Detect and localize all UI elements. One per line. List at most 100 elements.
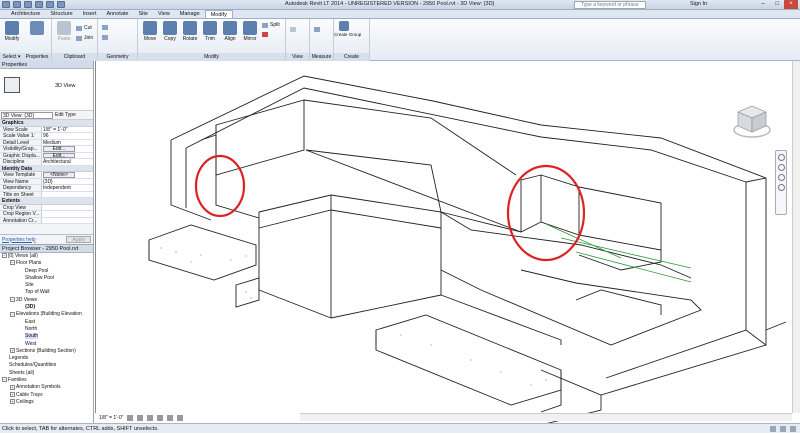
geometry-tool-2[interactable] bbox=[102, 35, 108, 40]
browser-tree-item[interactable]: + Ceilings bbox=[0, 399, 93, 406]
collapse-icon[interactable]: − bbox=[10, 296, 15, 302]
sign-in-link[interactable]: Sign In bbox=[690, 1, 707, 7]
browser-tree-item[interactable]: + Sections (Building Section) bbox=[0, 348, 93, 355]
sun-path-icon[interactable] bbox=[147, 415, 154, 421]
visual-style-icon[interactable] bbox=[137, 415, 144, 421]
lock-icon[interactable] bbox=[177, 415, 184, 421]
browser-tree-item[interactable]: North bbox=[0, 326, 93, 333]
property-value[interactable]: Medium bbox=[41, 139, 93, 145]
browser-tree-item[interactable]: {3D} bbox=[0, 304, 93, 311]
design-options-icon[interactable] bbox=[780, 426, 786, 432]
save-icon[interactable] bbox=[24, 1, 32, 8]
copy-button[interactable]: Copy bbox=[160, 21, 180, 42]
shadows-icon[interactable] bbox=[157, 415, 164, 421]
select-dropdown[interactable]: Select ▾ bbox=[3, 53, 21, 61]
trim-button[interactable]: Trim bbox=[200, 21, 220, 42]
expand-icon[interactable]: + bbox=[10, 384, 15, 390]
align-button[interactable]: Align bbox=[220, 21, 240, 42]
search-input[interactable]: Type a keyword or phrase bbox=[574, 1, 646, 9]
steering-wheel-icon[interactable] bbox=[777, 154, 785, 161]
maximize-icon[interactable]: □ bbox=[770, 0, 784, 9]
properties-help-link[interactable]: Properties help bbox=[2, 237, 36, 243]
property-value[interactable]: 96 bbox=[41, 133, 93, 139]
browser-tree-item[interactable]: South bbox=[0, 333, 93, 340]
browser-tree-item[interactable]: East bbox=[0, 319, 93, 326]
collapse-icon[interactable]: − bbox=[2, 377, 7, 383]
property-edit-button[interactable]: Edit... bbox=[43, 146, 75, 152]
filter-icon[interactable] bbox=[790, 426, 796, 432]
properties-button[interactable] bbox=[27, 21, 47, 36]
tab-manage[interactable]: Manage bbox=[175, 10, 205, 18]
property-value[interactable] bbox=[41, 191, 93, 197]
property-value[interactable]: <None> bbox=[41, 172, 93, 178]
view-scale[interactable]: 1/8" = 1'-0" bbox=[99, 415, 123, 421]
property-value[interactable]: Edit... bbox=[41, 152, 93, 158]
property-value[interactable]: Independent bbox=[41, 185, 93, 191]
open-icon[interactable] bbox=[13, 1, 21, 8]
tab-insert[interactable]: Insert bbox=[78, 10, 102, 18]
mirror-button[interactable]: Mirror bbox=[240, 21, 260, 42]
browser-tree-item[interactable]: Sheets (all) bbox=[0, 370, 93, 377]
property-edit-button[interactable]: Edit... bbox=[43, 152, 75, 158]
property-value[interactable]: 1/8" = 1'-0" bbox=[41, 126, 93, 132]
edit-type-button[interactable]: Edit Type bbox=[55, 112, 76, 118]
browser-tree-item[interactable]: Shallow Pool bbox=[0, 275, 93, 282]
modify-button[interactable]: Modify bbox=[2, 21, 22, 42]
collapse-icon[interactable]: − bbox=[10, 311, 15, 317]
move-button[interactable]: Move bbox=[140, 21, 160, 42]
pan-icon[interactable] bbox=[777, 164, 785, 171]
expand-icon[interactable]: + bbox=[10, 391, 15, 397]
expand-icon[interactable]: + bbox=[10, 348, 15, 354]
collapse-icon[interactable]: − bbox=[2, 253, 7, 259]
browser-tree-item[interactable]: + Cable Trays bbox=[0, 392, 93, 399]
measure-tool[interactable] bbox=[314, 27, 320, 32]
browser-tree-item[interactable]: Site bbox=[0, 282, 93, 289]
horizontal-scrollbar[interactable] bbox=[300, 413, 792, 421]
3d-viewport[interactable] bbox=[95, 61, 800, 423]
browser-tree-item[interactable]: Deep Pool bbox=[0, 268, 93, 275]
app-menu-icon[interactable] bbox=[2, 1, 10, 8]
redo-icon[interactable] bbox=[46, 1, 54, 8]
tab-structure[interactable]: Structure bbox=[45, 10, 77, 18]
browser-tree-item[interactable]: Legends bbox=[0, 355, 93, 362]
join-button[interactable]: Join bbox=[76, 35, 93, 41]
property-value[interactable] bbox=[41, 204, 93, 210]
detail-level-icon[interactable] bbox=[127, 415, 134, 421]
crop-view-icon[interactable] bbox=[167, 415, 174, 421]
orbit-icon[interactable] bbox=[777, 184, 785, 191]
print-icon[interactable] bbox=[57, 1, 65, 8]
paste-button[interactable]: Paste bbox=[54, 21, 74, 42]
worksets-icon[interactable] bbox=[770, 426, 776, 432]
close-icon[interactable]: × bbox=[784, 0, 798, 9]
property-value[interactable]: {3D} bbox=[41, 178, 93, 184]
browser-tree-item[interactable]: − Floor Plans bbox=[0, 260, 93, 267]
type-selector-dropdown[interactable]: 3D View: {3D} bbox=[1, 111, 53, 119]
property-edit-button[interactable]: <None> bbox=[43, 172, 75, 178]
tab-architecture[interactable]: Architecture bbox=[6, 10, 45, 18]
browser-tree-item[interactable]: −3D Views bbox=[0, 297, 93, 304]
delete-button[interactable] bbox=[262, 32, 268, 37]
split-button[interactable]: Split bbox=[262, 22, 280, 28]
browser-tree-item[interactable]: + Annotation Symbols bbox=[0, 384, 93, 391]
property-value[interactable]: Edit... bbox=[41, 146, 93, 152]
browser-tree-item[interactable]: Schedules/Quantities bbox=[0, 362, 93, 369]
geometry-tool-1[interactable] bbox=[102, 25, 108, 30]
collapse-icon[interactable]: − bbox=[10, 260, 15, 266]
viewcube[interactable] bbox=[732, 100, 772, 140]
apply-button[interactable]: Apply bbox=[66, 236, 91, 243]
tab-modify[interactable]: Modify bbox=[204, 10, 233, 18]
view-tool[interactable] bbox=[290, 27, 296, 32]
create-group-button[interactable]: Create Group bbox=[334, 21, 361, 38]
browser-tree-item[interactable]: − Families bbox=[0, 377, 93, 384]
vertical-scrollbar[interactable] bbox=[792, 61, 800, 413]
tab-view[interactable]: View bbox=[153, 10, 175, 18]
browser-tree-item[interactable]: − Elevations (Building Elevation bbox=[0, 311, 93, 318]
browser-tree-item[interactable]: − [0] Views (all) bbox=[0, 253, 93, 260]
undo-icon[interactable] bbox=[35, 1, 43, 8]
browser-tree-item[interactable]: West bbox=[0, 341, 93, 348]
property-row[interactable]: Annotation Cr... bbox=[0, 217, 93, 224]
expand-icon[interactable]: + bbox=[10, 399, 15, 405]
zoom-icon[interactable] bbox=[777, 174, 785, 181]
cut-button[interactable]: Cut bbox=[76, 25, 92, 31]
tab-annotate[interactable]: Annotate bbox=[101, 10, 133, 18]
